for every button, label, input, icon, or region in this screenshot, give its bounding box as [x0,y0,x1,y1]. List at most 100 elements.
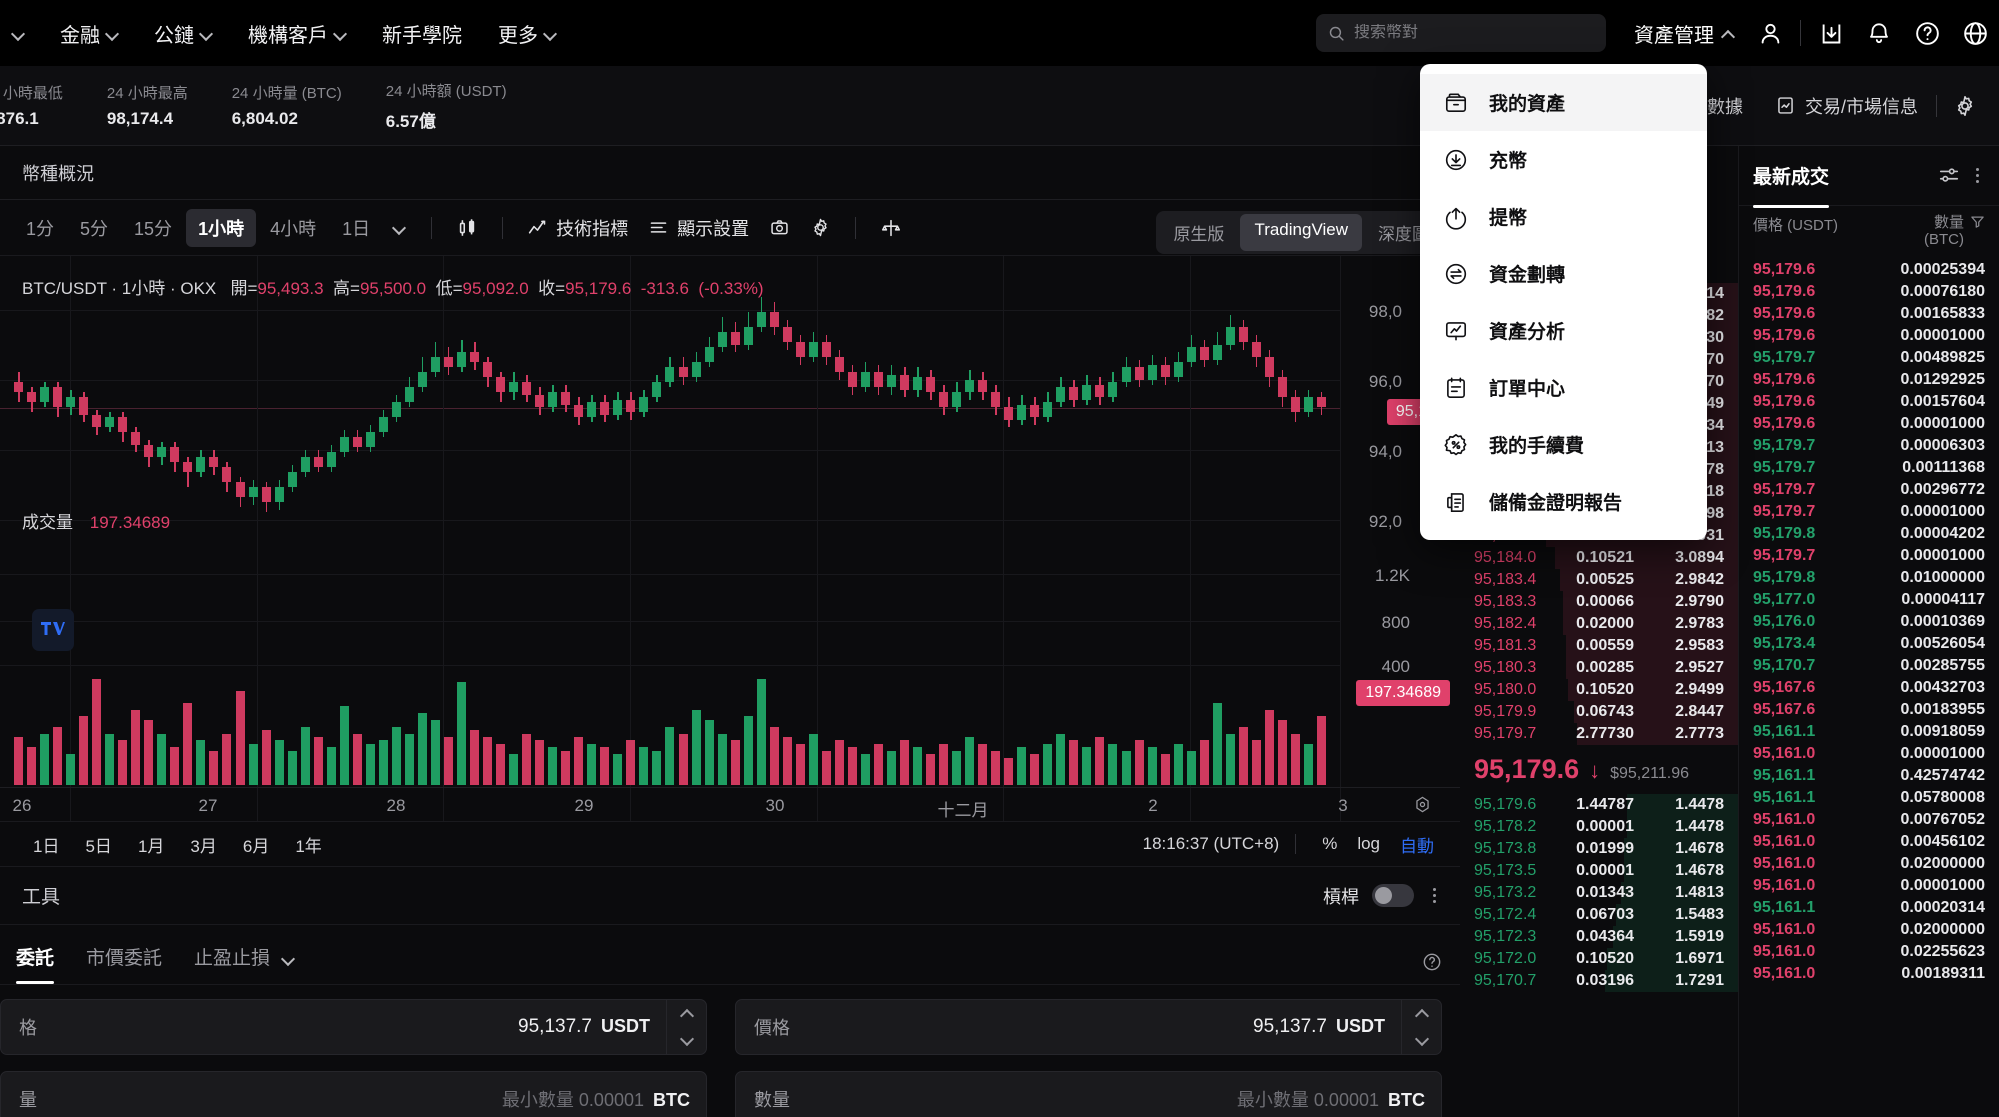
display-settings-button[interactable]: 顯示設置 [638,215,759,241]
trades-more-icon[interactable] [1970,168,1985,183]
dropdown-item-report[interactable]: 儲備金證明報告 [1420,473,1707,530]
orderbook-row[interactable]: 95,180.0 0.10520 2.9499 [1460,679,1738,701]
nav-item-0[interactable] [0,0,42,66]
user-icon[interactable] [1746,9,1794,57]
tab-limit-order[interactable]: 委託 [0,943,70,984]
sell-price-decrement[interactable] [1402,1027,1441,1054]
orderbook-row[interactable]: 95,178.2 0.00001 1.4478 [1460,816,1738,838]
orderbook-row[interactable]: 95,184.0 0.10521 3.0894 [1460,547,1738,569]
order-help-icon[interactable] [1422,952,1442,984]
timeframe-5[interactable]: 1日 [330,209,382,247]
orderbook-row[interactable]: 95,173.5 0.00001 1.4678 [1460,860,1738,882]
tab-market-order[interactable]: 市價委託 [70,943,178,984]
dropdown-item-withdraw[interactable]: 提幣 [1420,188,1707,245]
candle-body [1095,384,1105,397]
dropdown-item-analytics[interactable]: 資產分析 [1420,302,1707,359]
orderbook-row[interactable]: 95,179.9 0.06743 2.8447 [1460,701,1738,723]
globe-icon[interactable] [1951,9,1999,57]
orderbook-row[interactable]: 95,170.7 0.03196 1.7291 [1460,970,1738,992]
more-options-icon[interactable] [1427,888,1442,903]
buy-qty-field[interactable]: 量 最小數量 0.00001 BTC [0,1071,707,1117]
buy-price-field[interactable]: 格 95,137.7 USDT [0,999,707,1055]
dropdown-item-fee[interactable]: 我的手續費 [1420,416,1707,473]
volume-bar [548,747,558,785]
orderbook-row[interactable]: 95,179.7 2.77730 2.7773 [1460,723,1738,745]
sell-price-field[interactable]: 價格 95,137.7 USDT [735,999,1442,1055]
sell-price-stepper[interactable] [1401,1000,1441,1054]
range-0[interactable]: 1日 [22,828,70,861]
filter-funnel-icon[interactable] [1970,214,1985,229]
orderbook-row[interactable]: 95,173.2 0.01343 1.4813 [1460,882,1738,904]
timeframe-2[interactable]: 15分 [122,209,184,247]
timeframe-4[interactable]: 4小時 [258,209,328,247]
orderbook-row[interactable]: 95,173.8 0.01999 1.4678 [1460,838,1738,860]
chart-mode-native[interactable]: 原生版 [1159,214,1238,251]
download-icon[interactable] [1807,9,1855,57]
sell-price-increment[interactable] [1402,1000,1441,1027]
buy-price-stepper[interactable] [666,1000,706,1054]
timeframe-0[interactable]: 1分 [14,209,66,247]
candlestick-icon[interactable] [446,217,488,239]
timeframe-more-chevron[interactable] [382,211,417,244]
dropdown-item-transfer[interactable]: 資金劃轉 [1420,245,1707,302]
candle-body [79,397,89,415]
bell-icon[interactable] [1855,9,1903,57]
chevron-down-icon [13,28,24,39]
chart-mode-segmented: 原生版 TradingView 深度圖 [1156,211,1446,254]
dropdown-item-label: 提幣 [1489,208,1528,229]
orderbook-row[interactable]: 95,172.0 0.10520 1.6971 [1460,948,1738,970]
orderbook-row[interactable]: 95,172.4 0.06703 1.5483 [1460,904,1738,926]
nav-item-2[interactable]: 公鏈 [136,0,230,66]
nav-item-1[interactable]: 金融 [42,0,136,66]
filter-settings-icon[interactable] [1938,165,1960,187]
volume-bar [79,716,89,785]
range-1[interactable]: 5日 [74,828,122,861]
technical-indicators-button[interactable]: 技術指標 [517,215,638,241]
market-info-tab[interactable]: 交易/市場信息 [1761,93,1932,119]
leverage-toggle[interactable] [1372,884,1414,907]
dropdown-item-deposit[interactable]: 充幣 [1420,131,1707,188]
chart-settings-gear-icon[interactable] [800,217,841,238]
help-icon[interactable] [1903,9,1951,57]
range-5[interactable]: 1年 [284,828,332,861]
orderbook-row[interactable]: 95,183.3 0.00066 2.9790 [1460,591,1738,613]
chart-mode-tradingview[interactable]: TradingView [1240,214,1362,251]
orderbook-row[interactable]: 95,182.4 0.02000 2.9783 [1460,613,1738,635]
candle-body [1225,327,1235,345]
buy-price-decrement[interactable] [667,1027,706,1054]
nav-item-4[interactable]: 新手學院 [364,0,480,66]
camera-icon[interactable] [759,217,800,238]
nav-item-3[interactable]: 機構客戶 [230,0,364,66]
percent-scale-toggle[interactable]: % [1312,834,1347,854]
sell-order-form: 價格 95,137.7 USDT 數量 最小數量 0.00001 BTC [735,999,1442,1117]
sell-qty-field[interactable]: 數量 最小數量 0.00001 BTC [735,1071,1442,1117]
volume-bar [1238,726,1248,785]
dropdown-item-wallet[interactable]: 我的資產 [1420,74,1707,131]
asset-management-menu[interactable]: 資產管理 [1622,19,1746,48]
log-scale-toggle[interactable]: log [1347,834,1390,854]
volume-bar [248,743,258,785]
orderbook-row[interactable]: 95,183.4 0.00525 2.9842 [1460,569,1738,591]
buy-price-increment[interactable] [667,1000,706,1027]
orderbook-row[interactable]: 95,179.6 1.44787 1.4478 [1460,794,1738,816]
range-4[interactable]: 6月 [232,828,280,861]
search-input[interactable] [1354,24,1594,42]
dropdown-item-order-center[interactable]: 訂單中心 [1420,359,1707,416]
tab-tpsl-order[interactable]: 止盈止損 [178,943,310,984]
volume-bar [913,747,923,785]
auto-scale-toggle[interactable]: 自動 [1390,832,1444,857]
timeframe-1[interactable]: 5分 [68,209,120,247]
volume-bar [1186,750,1196,785]
nav-item-5[interactable]: 更多 [480,0,574,66]
gear-icon[interactable] [1941,82,1989,130]
search-box[interactable] [1316,14,1606,52]
timeframe-3[interactable]: 1小時 [186,208,257,247]
orderbook-row[interactable]: 95,180.3 0.00285 2.9527 [1460,657,1738,679]
range-3[interactable]: 3月 [179,828,227,861]
range-2[interactable]: 1月 [127,828,175,861]
chart-area[interactable]: BTC/USDT · 1小時 · OKX 開=95,493.3 高=95,500… [0,256,1460,821]
compare-icon[interactable] [870,217,912,239]
orderbook-row[interactable]: 95,181.3 0.00559 2.9583 [1460,635,1738,657]
orderbook-row[interactable]: 95,172.3 0.04364 1.5919 [1460,926,1738,948]
tab-limit-order-label: 委託 [16,948,55,969]
